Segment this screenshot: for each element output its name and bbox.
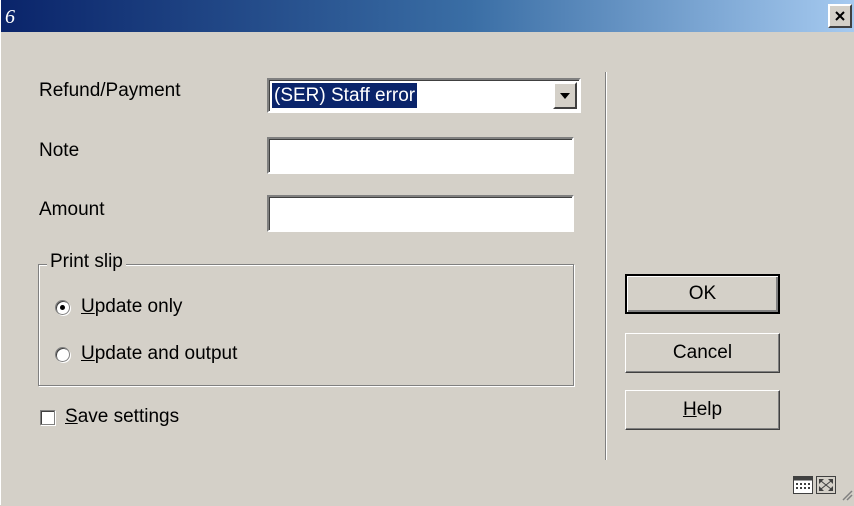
close-button[interactable] — [828, 4, 852, 28]
calendar-icon[interactable] — [793, 476, 813, 499]
ok-button-label: OK — [688, 283, 717, 304]
refund-payment-value: (SER) Staff error — [272, 83, 418, 108]
chevron-down-icon — [560, 92, 570, 99]
note-input[interactable] — [267, 137, 574, 174]
refund-payment-dropdown-button[interactable] — [553, 82, 577, 109]
update-and-output-radio[interactable] — [55, 347, 70, 362]
resize-grip-icon[interactable] — [841, 488, 853, 506]
title-bar[interactable]: 6 — [1, 0, 854, 32]
refund-payment-dialog: 6 Refund/Payment (SER) Staff error Note … — [0, 0, 854, 505]
ok-button[interactable]: OK — [625, 274, 780, 314]
print-slip-group — [38, 264, 574, 386]
cancel-button[interactable]: Cancel — [625, 333, 780, 373]
update-and-output-label[interactable]: Update and output — [81, 343, 237, 365]
cancel-button-label: Cancel — [672, 342, 733, 363]
save-settings-label[interactable]: Save settings — [65, 406, 179, 428]
refund-payment-label: Refund/Payment — [39, 80, 181, 101]
help-button-label: Help — [682, 399, 723, 420]
help-button[interactable]: Help — [625, 390, 780, 430]
note-label: Note — [39, 140, 80, 161]
amount-label: Amount — [39, 199, 105, 220]
vertical-separator — [605, 72, 607, 460]
update-only-radio[interactable] — [55, 300, 70, 315]
print-slip-legend: Print slip — [47, 251, 126, 273]
save-settings-checkbox[interactable] — [40, 410, 55, 425]
refund-payment-select[interactable]: (SER) Staff error — [267, 78, 581, 113]
update-only-label[interactable]: Update only — [81, 296, 182, 318]
reload-icon: 6 — [5, 6, 15, 28]
close-icon — [835, 11, 845, 21]
amount-input[interactable] — [267, 195, 574, 232]
maximize-icon[interactable] — [816, 476, 836, 499]
